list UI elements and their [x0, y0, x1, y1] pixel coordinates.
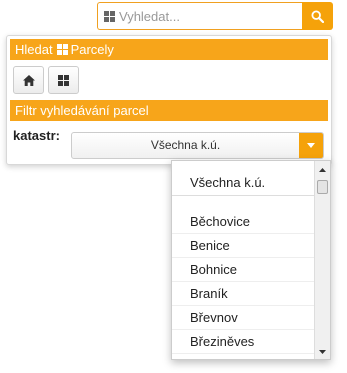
- search-button[interactable]: [302, 2, 333, 30]
- search-field[interactable]: [97, 2, 302, 30]
- grid-icon: [104, 10, 115, 22]
- caret-down-icon: [307, 143, 315, 148]
- grid-icon: [56, 44, 68, 55]
- dropdown-options: Všechna k.ú. Běchovice Benice Bohnice Braník…: [172, 161, 315, 354]
- scrollbar-thumb[interactable]: [317, 180, 328, 194]
- dropdown-scrollbar[interactable]: [314, 161, 330, 359]
- toolbar: [13, 66, 331, 94]
- search-icon: [311, 9, 324, 23]
- scroll-up-button[interactable]: [315, 163, 330, 177]
- scroll-down-button[interactable]: [315, 345, 330, 359]
- grid-icon: [58, 74, 69, 86]
- katastr-label: katastr:: [13, 128, 60, 143]
- search-input[interactable]: [119, 8, 289, 24]
- dropdown-option[interactable]: Březiněves: [172, 330, 315, 354]
- search-bar: [97, 2, 333, 30]
- scroll-down-icon: [319, 350, 326, 354]
- dropdown-option[interactable]: Benice: [172, 234, 315, 258]
- select-caret-button[interactable]: [299, 133, 323, 158]
- dropdown-option[interactable]: Běchovice: [172, 210, 315, 234]
- home-icon: [22, 74, 35, 86]
- filter-title-text: Filtr vyhledávání parcel: [15, 103, 149, 118]
- panel-header-suffix: Parcely: [70, 42, 114, 57]
- panel-header-prefix: Hledat: [15, 42, 53, 57]
- filter-title: Filtr vyhledávání parcel: [10, 100, 328, 121]
- grid-view-button[interactable]: [48, 66, 79, 94]
- dropdown-option[interactable]: Bohnice: [172, 258, 315, 282]
- dropdown-option[interactable]: Břevnov: [172, 306, 315, 330]
- dropdown-option[interactable]: Braník: [172, 282, 315, 306]
- scroll-up-icon: [319, 168, 326, 172]
- dropdown-option[interactable]: Všechna k.ú.: [172, 171, 315, 196]
- katastr-dropdown-list: Všechna k.ú. Běchovice Benice Bohnice Braník…: [171, 160, 331, 360]
- home-button[interactable]: [13, 66, 44, 94]
- panel-header: Hledat Parcely: [10, 39, 328, 60]
- katastr-select[interactable]: Všechna k.ú.: [71, 132, 324, 159]
- katastr-selected-value: Všechna k.ú.: [150, 138, 221, 152]
